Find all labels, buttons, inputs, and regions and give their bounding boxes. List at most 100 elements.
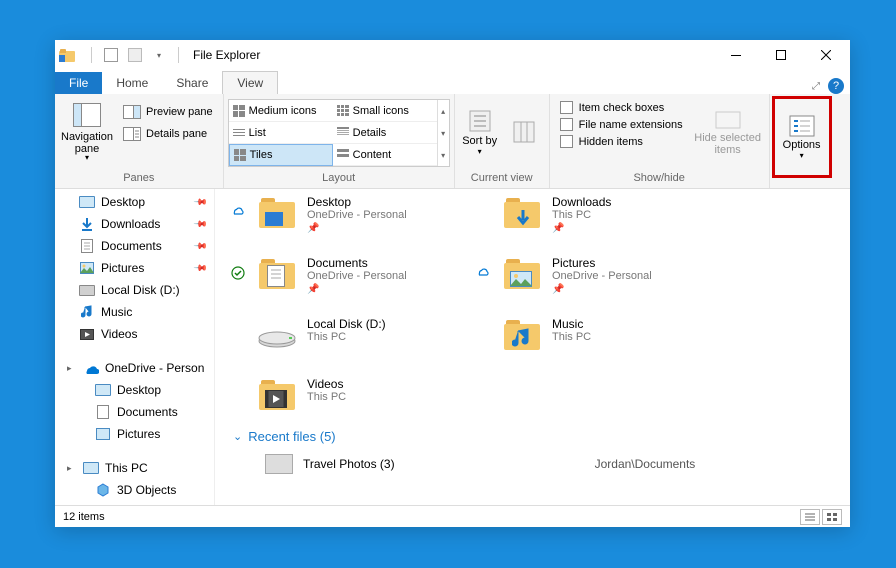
- nav-desktop[interactable]: Desktop📌: [55, 191, 214, 213]
- panes-group: Navigation pane ▾ Preview pane Details p…: [55, 94, 224, 188]
- medium-icons-option[interactable]: Medium icons: [229, 100, 333, 122]
- folder-icon: [255, 193, 299, 233]
- tile-pictures[interactable]: PicturesOneDrive - Personal📌: [470, 250, 695, 299]
- small-icons-option[interactable]: Small icons: [333, 100, 437, 122]
- chevron-down-icon: ⌄: [233, 430, 242, 443]
- dropdown-icon: ▾: [800, 151, 804, 160]
- nav-documents[interactable]: Documents📌: [55, 235, 214, 257]
- ribbon: Navigation pane ▾ Preview pane Details p…: [55, 94, 850, 189]
- view-switcher: [800, 509, 842, 525]
- pin-icon: 📌: [307, 223, 407, 234]
- folder-icon: [500, 193, 544, 233]
- details-option[interactable]: Details: [333, 122, 437, 144]
- item-count: 12 items: [63, 511, 105, 523]
- folder-icon: [255, 375, 299, 415]
- pin-icon: 📌: [552, 223, 611, 234]
- nav-od-pictures[interactable]: Pictures: [55, 423, 214, 445]
- nav-thispc[interactable]: ▸This PC: [55, 457, 214, 479]
- tile-music[interactable]: MusicThis PC: [470, 311, 695, 359]
- qat-new-folder[interactable]: [124, 44, 146, 66]
- details-view-button[interactable]: [800, 509, 820, 525]
- hide-selected-button[interactable]: Hide selected items: [691, 96, 765, 168]
- pin-icon: 📌: [193, 260, 209, 276]
- current-view-label: Current view: [459, 170, 545, 186]
- columns-icon: [512, 120, 536, 144]
- close-button[interactable]: [803, 40, 848, 70]
- gallery-up-icon[interactable]: ▴: [437, 100, 449, 122]
- options-label: Options: [783, 139, 821, 151]
- qat-dropdown[interactable]: ▾: [148, 44, 170, 66]
- file-tab[interactable]: File: [55, 72, 102, 94]
- layout-group-label: Layout: [228, 170, 450, 186]
- gallery-more-icon[interactable]: ▾: [437, 144, 449, 166]
- navigation-pane-button[interactable]: Navigation pane ▾: [59, 96, 115, 168]
- list-option[interactable]: List: [229, 122, 333, 144]
- sort-icon: [468, 109, 492, 133]
- view-tab[interactable]: View: [222, 71, 278, 94]
- thispc-icon: [83, 460, 99, 476]
- documents-icon: [95, 404, 111, 420]
- sort-by-button[interactable]: Sort by ▾: [459, 96, 501, 168]
- details-pane-label: Details pane: [146, 128, 207, 140]
- documents-icon: [79, 238, 95, 254]
- titlebar: ▾ File Explorer: [55, 40, 850, 70]
- options-highlight-box: Options ▾: [772, 96, 832, 178]
- 3dobjects-icon: [95, 482, 111, 498]
- pin-icon: 📌: [193, 216, 209, 232]
- home-tab[interactable]: Home: [102, 72, 162, 94]
- share-tab[interactable]: Share: [162, 72, 222, 94]
- nav-3dobjects[interactable]: 3D Objects: [55, 479, 214, 501]
- preview-pane-button[interactable]: Preview pane: [117, 102, 219, 122]
- thumbnail-icon: [265, 454, 293, 474]
- options-group: Options ▾: [770, 94, 834, 188]
- folder-icon: [500, 315, 544, 355]
- help-icon[interactable]: ?: [828, 78, 844, 94]
- details-pane-icon: [123, 127, 141, 141]
- navigation-pane-label: Navigation pane: [59, 131, 115, 155]
- nav-downloads[interactable]: Downloads📌: [55, 213, 214, 235]
- nav-od-documents[interactable]: Documents: [55, 401, 214, 423]
- tile-downloads[interactable]: DownloadsThis PC📌: [470, 189, 695, 238]
- nav-od-desktop[interactable]: Desktop: [55, 379, 214, 401]
- help-area: ⤢ ?: [812, 78, 850, 94]
- checkbox-icon: [560, 118, 573, 131]
- current-view-group: Sort by ▾ Current view: [455, 94, 550, 188]
- sort-by-label: Sort by: [462, 135, 497, 147]
- maximize-button[interactable]: [758, 40, 803, 70]
- navigation-pane: Desktop📌 Downloads📌 Documents📌 Pictures📌…: [55, 189, 215, 505]
- downloads-icon: [79, 216, 95, 232]
- hide-selected-label: Hide selected items: [691, 132, 765, 156]
- cloud-status-icon: [229, 193, 247, 215]
- layout-group: Medium icons Small icons ▴ List Details …: [224, 94, 455, 188]
- tile-videos[interactable]: VideosThis PC: [225, 371, 450, 419]
- large-icons-view-button[interactable]: [822, 509, 842, 525]
- file-explorer-window: ▾ File Explorer File Home Share View ⤢ ?…: [55, 40, 850, 527]
- item-check-boxes-checkbox[interactable]: Item check boxes: [560, 101, 683, 114]
- nav-onedrive[interactable]: ▸OneDrive - Person: [55, 357, 214, 379]
- preview-pane-icon: [123, 105, 141, 119]
- nav-videos[interactable]: Videos: [55, 323, 214, 345]
- chevron-icon: ▸: [67, 363, 77, 374]
- hidden-items-checkbox[interactable]: Hidden items: [560, 135, 683, 148]
- cloud-status-icon: [474, 254, 492, 276]
- content-option[interactable]: Content: [333, 144, 437, 166]
- group-by-button[interactable]: [503, 96, 545, 168]
- details-pane-button[interactable]: Details pane: [117, 124, 219, 144]
- tile-desktop[interactable]: DesktopOneDrive - Personal📌: [225, 189, 450, 238]
- music-icon: [79, 304, 95, 320]
- tile-documents[interactable]: DocumentsOneDrive - Personal📌: [225, 250, 450, 299]
- file-name-extensions-checkbox[interactable]: File name extensions: [560, 118, 683, 131]
- nav-music[interactable]: Music: [55, 301, 214, 323]
- minimize-button[interactable]: [713, 40, 758, 70]
- expand-ribbon-icon[interactable]: ⤢: [812, 81, 820, 92]
- options-button[interactable]: Options ▾: [777, 101, 827, 173]
- tiles-option[interactable]: Tiles: [229, 144, 333, 166]
- qat-properties[interactable]: [100, 44, 122, 66]
- nav-pictures[interactable]: Pictures📌: [55, 257, 214, 279]
- recent-item[interactable]: Travel Photos (3) Jordan\Documents: [225, 450, 850, 478]
- tile-localdisk[interactable]: Local Disk (D:)This PC: [225, 311, 450, 359]
- nav-localdisk[interactable]: Local Disk (D:): [55, 279, 214, 301]
- window-title: File Explorer: [193, 48, 260, 62]
- gallery-down-icon[interactable]: ▾: [437, 122, 449, 144]
- recent-files-header[interactable]: ⌄ Recent files (5): [225, 419, 850, 450]
